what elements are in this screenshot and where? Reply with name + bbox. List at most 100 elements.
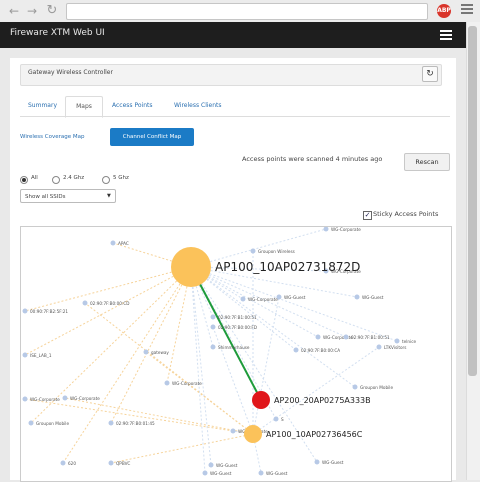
band-5-radio[interactable] xyxy=(102,176,110,184)
arrow-left-icon: ← xyxy=(8,4,20,18)
hamburger-icon[interactable] xyxy=(440,30,452,40)
access-point-node xyxy=(244,425,262,443)
neighbor-label: gateway xyxy=(151,350,169,355)
neighbor-node xyxy=(110,240,116,246)
tab-wireless-clients[interactable]: Wireless Clients xyxy=(174,96,222,116)
neighbor-node xyxy=(343,334,349,340)
neighbor-label: WG-Guest xyxy=(284,295,306,300)
neighbor-node xyxy=(108,460,114,466)
neighbor-label: WG-Guest xyxy=(210,471,232,476)
ssid-filter-select[interactable]: Show all SSIDs xyxy=(20,189,116,203)
neighbor-label: telnice xyxy=(402,339,417,344)
refresh-button[interactable]: ↻ xyxy=(422,66,438,82)
tab-access-points[interactable]: Access Points xyxy=(112,96,152,116)
interference-line xyxy=(252,346,380,435)
neighbor-node xyxy=(352,384,358,390)
neighbor-node xyxy=(210,344,216,350)
tab-maps[interactable]: Maps xyxy=(65,96,103,118)
arrow-right-icon: → xyxy=(26,4,38,18)
neighbor-node xyxy=(230,428,236,434)
interference-line xyxy=(190,266,356,388)
neighbor-node xyxy=(208,462,214,468)
reload-button[interactable]: ↻ xyxy=(44,3,60,19)
back-button[interactable]: ← xyxy=(6,3,22,19)
neighbor-label: WG-Corporate xyxy=(172,381,202,386)
neighbor-label: WG-Guest xyxy=(322,460,344,465)
interference-line xyxy=(190,266,206,474)
neighbor-node xyxy=(273,416,279,422)
interference-line xyxy=(64,397,254,435)
neighbor-label: S xyxy=(281,417,284,422)
neighbor-node xyxy=(82,300,88,306)
access-point-label: AP100_10AP02736456C xyxy=(266,430,363,439)
interference-line xyxy=(62,266,192,464)
band-all-radio[interactable] xyxy=(20,176,28,184)
access-point-label: AP200_20AP0275A333B xyxy=(274,396,371,405)
neighbor-node xyxy=(22,352,28,358)
neighbor-label: WG-Corporate xyxy=(331,227,361,232)
neighbor-label: 02:90:7F:B0:01:45 xyxy=(116,421,155,426)
neighbor-node xyxy=(164,380,170,386)
access-point-label: AP100_10AP02731872D xyxy=(215,260,360,274)
channel-conflict-map[interactable]: APAC Groupon Wireless WG-Corporate WG-Corpo… xyxy=(20,226,452,482)
adblock-extension-icon[interactable]: ABP xyxy=(437,4,451,18)
interference-line xyxy=(24,398,254,435)
neighbor-label: WG-Corporate xyxy=(248,297,278,302)
neighbor-label: Shimmerhause xyxy=(218,345,250,350)
app-title: Fireware XTM Web UI xyxy=(10,28,105,38)
section-title: Gateway Wireless Controller xyxy=(28,69,113,76)
tab-summary[interactable]: Summary xyxy=(28,96,57,116)
neighbor-node xyxy=(108,420,114,426)
band-24-label: 2.4 Ghz xyxy=(63,175,85,181)
neighbor-node xyxy=(60,460,66,466)
neighbor-label: WG-Corporate xyxy=(30,397,60,402)
neighbor-node xyxy=(394,338,400,344)
neighbor-node xyxy=(293,347,299,353)
subtab-coverage-map[interactable]: Wireless Coverage Map xyxy=(20,128,84,146)
neighbor-node xyxy=(376,344,382,350)
forward-button[interactable]: → xyxy=(24,3,40,19)
chevron-down-icon: ▼ xyxy=(107,193,111,199)
scrollbar-thumb[interactable] xyxy=(468,26,477,376)
neighbor-label: LTKVisitors xyxy=(384,345,406,350)
interference-line xyxy=(110,433,254,464)
neighbor-label: APAC xyxy=(118,241,129,246)
scan-status-text: Access points were scanned 4 minutes ago xyxy=(242,155,383,163)
interference-line xyxy=(190,266,297,351)
neighbor-node xyxy=(210,314,216,320)
browser-menu-icon[interactable] xyxy=(461,4,473,16)
interference-line xyxy=(84,302,254,435)
neighbor-label: 02:90:7F:B0:00:CD xyxy=(90,301,129,306)
neighbor-node xyxy=(323,227,329,232)
neighbor-label: WG-Guest xyxy=(362,295,384,300)
neighbor-label: WG-Guest xyxy=(266,471,288,476)
address-bar[interactable] xyxy=(66,3,428,20)
neighbor-node xyxy=(22,396,28,402)
access-point-node xyxy=(252,391,270,409)
neighbor-node xyxy=(250,248,256,254)
neighbor-label: 02:90:7F:B1:00:51 xyxy=(218,315,257,320)
neighbor-node xyxy=(314,459,320,465)
neighbor-label: 02:90:7F:B0:00:FD xyxy=(218,325,257,330)
band-24-radio[interactable] xyxy=(52,176,60,184)
sticky-checkbox[interactable]: ✓ xyxy=(363,211,372,220)
reload-icon: ↻ xyxy=(46,3,58,18)
neighbor-node xyxy=(354,294,360,300)
neighbor-label: QPBVC xyxy=(116,461,130,466)
neighbor-label: 02:90:7F:B1:00:51 xyxy=(351,335,390,340)
neighbor-label: ISE_LAB_1 xyxy=(30,353,52,358)
neighbor-label: WG-Corporate xyxy=(323,335,353,340)
neighbor-node xyxy=(143,349,149,355)
neighbor-label: WG-Guest xyxy=(216,463,238,468)
neighbor-node xyxy=(258,470,264,476)
neighbor-node xyxy=(28,420,34,426)
neighbor-label: Groupon Mobile xyxy=(360,385,393,390)
band-5-label: 5 Ghz xyxy=(113,175,129,181)
neighbor-node xyxy=(62,395,68,401)
band-all-label: All xyxy=(31,175,38,181)
neighbor-label: Groupon Mobile xyxy=(36,421,69,426)
subtab-conflict-map[interactable]: Channel Conflict Map xyxy=(110,128,194,146)
neighbor-label: WG-Corporate xyxy=(70,396,100,401)
map-canvas[interactable]: APAC Groupon Wireless WG-Corporate WG-Corpo… xyxy=(21,227,451,481)
rescan-button[interactable]: Rescan xyxy=(404,153,450,171)
